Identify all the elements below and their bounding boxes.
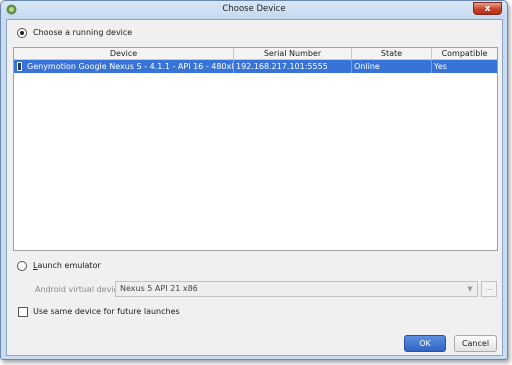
chevron-down-icon[interactable]: ▼ (464, 283, 476, 295)
choose-device-dialog: Choose Device x Choose a running device … (0, 0, 508, 360)
title-bar[interactable]: Choose Device x (1, 1, 507, 19)
avd-selected-value: Nexus 5 API 21 x86 (120, 284, 198, 293)
radio-selected-dot (20, 31, 24, 35)
phone-icon (17, 62, 22, 71)
device-name: Genymotion Google Nexus S - 4.1.1 - API … (27, 62, 234, 71)
column-header-device[interactable]: Device (14, 48, 234, 59)
table-header: Device Serial Number State Compatible (14, 48, 497, 60)
device-table[interactable]: Device Serial Number State Compatible Ge… (13, 47, 498, 251)
same-device-checkbox[interactable] (18, 307, 28, 317)
avd-select[interactable]: Nexus 5 API 21 x86 ▼ (115, 281, 478, 297)
window-title: Choose Device (222, 4, 286, 14)
serial-cell: 192.168.217.101:5555 (234, 60, 352, 73)
column-header-state[interactable]: State (352, 48, 432, 59)
browse-avd-button[interactable]: ... (481, 281, 497, 297)
dialog-content: Choose a running device Device Serial Nu… (6, 19, 503, 356)
device-cell: Genymotion Google Nexus S - 4.1.1 - API … (14, 60, 234, 73)
launch-emulator-text: aunch emulator (37, 261, 101, 270)
table-row[interactable]: Genymotion Google Nexus S - 4.1.1 - API … (14, 60, 497, 73)
running-device-label[interactable]: Choose a running device (33, 28, 132, 37)
column-header-compatible[interactable]: Compatible (432, 48, 497, 59)
launch-emulator-radio[interactable] (17, 261, 27, 271)
same-device-label[interactable]: Use same device for future launches (33, 307, 180, 316)
column-header-serial-number[interactable]: Serial Number (234, 48, 352, 59)
close-button[interactable]: x (473, 2, 502, 15)
state-cell: Online (352, 60, 432, 73)
ok-button[interactable]: OK (404, 335, 446, 352)
cancel-button[interactable]: Cancel (454, 335, 497, 352)
compatible-cell: Yes (434, 62, 447, 71)
running-device-radio[interactable] (17, 28, 27, 38)
launch-emulator-label[interactable]: Launch emulator (33, 261, 101, 270)
avd-label: Android virtual device: (35, 285, 126, 294)
